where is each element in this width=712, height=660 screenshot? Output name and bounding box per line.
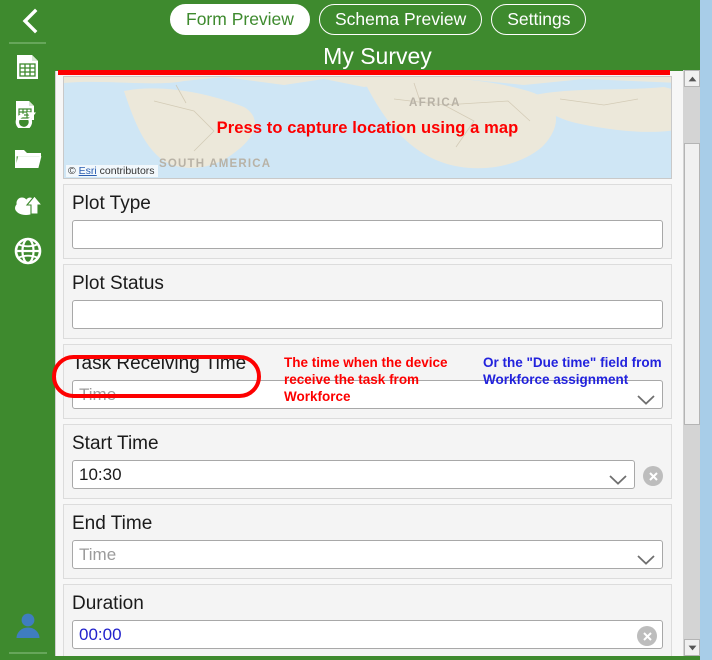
map-capture-prompt: Press to capture location using a map: [216, 119, 519, 137]
field-placeholder: Time: [79, 384, 117, 404]
map-label-africa: AFRICA: [409, 97, 461, 109]
folder-icon: [13, 144, 43, 174]
sidebar-item-publish[interactable]: [11, 188, 45, 222]
annotation-blue-note: Or the "Due time" field from Workforce a…: [483, 355, 662, 387]
sidebar-item-web[interactable]: [11, 234, 45, 268]
field-label: Plot Type: [72, 193, 151, 214]
spreadsheet-icon: [13, 52, 43, 82]
field-label: Plot Status: [72, 273, 164, 294]
plot-type-input[interactable]: [72, 220, 663, 249]
duration-input[interactable]: 00:00: [72, 620, 663, 649]
close-icon: [648, 471, 658, 481]
tab-bar: Form Preview Schema Preview Settings: [170, 4, 587, 35]
location-map-field[interactable]: AFRICA SOUTH AMERICA Press to capture lo…: [63, 76, 672, 179]
sidebar-item-folder[interactable]: [11, 142, 45, 176]
app-window: Form Preview Schema Preview Settings My …: [0, 0, 712, 660]
panel-bottom-strip: [55, 656, 686, 660]
annotation-red-note: The time when the device receive the tas…: [284, 355, 448, 404]
field-label: Start Time: [72, 433, 159, 454]
tab-form-preview[interactable]: Form Preview: [170, 4, 310, 35]
scroll-down-button[interactable]: [684, 639, 700, 656]
attribution-suffix: contributors: [96, 165, 155, 177]
field-placeholder: Time: [79, 544, 117, 564]
attribution-copyright: ©: [68, 165, 79, 177]
field-duration: Duration 00:00: [63, 584, 672, 656]
close-icon: [642, 631, 652, 641]
start-time-input[interactable]: 10:30: [72, 460, 635, 489]
back-button[interactable]: [8, 2, 52, 40]
triangle-down-icon: [688, 645, 696, 650]
desktop-background-edge: [700, 0, 712, 660]
esri-link[interactable]: Esri: [79, 165, 97, 177]
field-plot-status: Plot Status: [63, 264, 672, 339]
cloud-upload-icon: [13, 190, 43, 220]
chevron-down-icon[interactable]: [637, 390, 655, 405]
chevron-left-icon: [20, 8, 40, 34]
scrollbar-track-below[interactable]: [684, 425, 700, 639]
sidebar-footer: [0, 604, 55, 660]
field-value: 00:00: [79, 624, 122, 644]
top-bar: Form Preview Schema Preview Settings: [0, 0, 700, 40]
clear-start-time-button[interactable]: [643, 466, 663, 486]
tab-schema-preview[interactable]: Schema Preview: [318, 4, 483, 35]
sidebar: [0, 40, 55, 660]
field-value: 10:30: [79, 464, 122, 484]
sidebar-divider-bottom: [8, 652, 47, 654]
user-avatar-icon: [11, 609, 45, 648]
page-title: My Survey: [323, 43, 432, 69]
field-label: Task Receiving Time: [72, 353, 247, 374]
map-attribution: © Esri contributors: [66, 165, 158, 177]
sidebar-item-refresh-spreadsheet[interactable]: [11, 96, 45, 130]
scroll-up-button[interactable]: [684, 70, 700, 87]
field-start-time: Start Time 10:30: [63, 424, 672, 499]
field-label: End Time: [72, 513, 153, 534]
clear-duration-button[interactable]: [637, 626, 657, 646]
triangle-up-icon: [688, 76, 696, 81]
field-end-time: End Time Time: [63, 504, 672, 579]
chevron-down-icon[interactable]: [637, 550, 655, 565]
scrollbar-track-above[interactable]: [684, 87, 700, 143]
field-label: Duration: [72, 593, 144, 614]
account-button[interactable]: [0, 604, 55, 652]
field-plot-type: Plot Type: [63, 184, 672, 259]
tab-settings[interactable]: Settings: [491, 4, 587, 35]
chevron-down-icon[interactable]: [609, 470, 627, 485]
plot-status-input[interactable]: [72, 300, 663, 329]
map-label-south-america: SOUTH AMERICA: [159, 158, 272, 170]
globe-icon: [13, 236, 43, 266]
sidebar-divider-top: [9, 42, 46, 44]
spreadsheet-refresh-icon: [13, 98, 43, 128]
sidebar-item-spreadsheet[interactable]: [11, 50, 45, 84]
annotation-red-underline: [58, 70, 670, 75]
end-time-input[interactable]: Time: [72, 540, 663, 569]
